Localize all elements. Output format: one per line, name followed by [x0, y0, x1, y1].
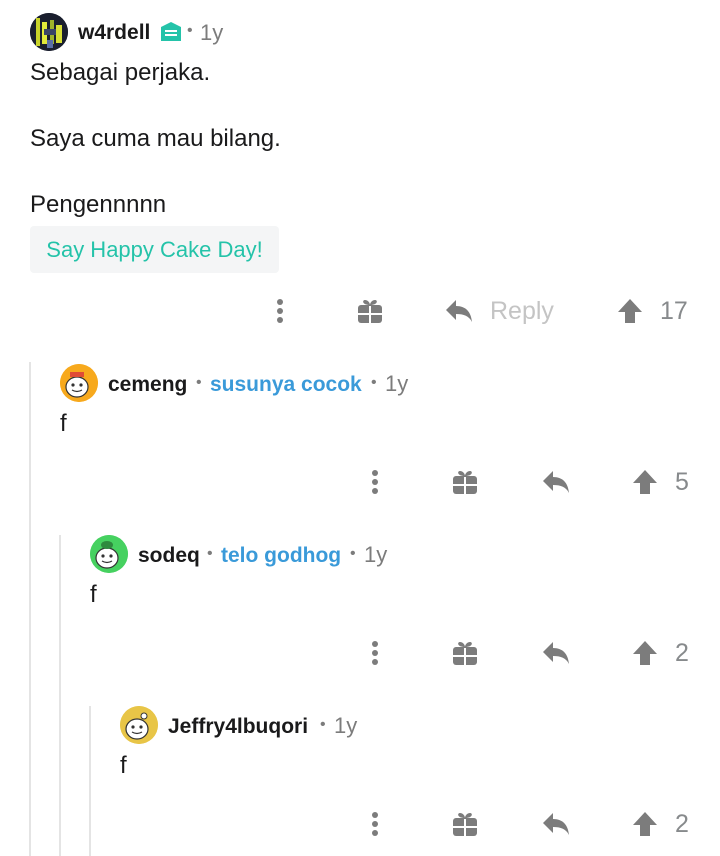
comment-age: 1y — [364, 542, 388, 567]
upvote-icon — [618, 299, 642, 323]
avatar[interactable] — [30, 13, 68, 51]
give-award-button[interactable] — [449, 636, 481, 670]
reply-button[interactable] — [539, 807, 573, 841]
comment-body: f — [90, 581, 97, 608]
comment-author[interactable]: w4rdell — [78, 21, 150, 45]
more-options-button[interactable] — [266, 294, 294, 328]
meta-separator: • — [187, 22, 193, 39]
reply-icon — [543, 471, 569, 493]
comment-author[interactable]: Jeffry4lbuqori — [168, 715, 308, 739]
avatar[interactable] — [120, 706, 158, 744]
reply-icon — [543, 642, 569, 664]
user-flair: susunya cocok — [210, 373, 362, 396]
more-options-button[interactable] — [361, 465, 389, 499]
vote-count: 17 — [660, 297, 688, 325]
vote-count: 2 — [675, 810, 689, 838]
more-vertical-icon — [372, 641, 378, 665]
comment-age: 1y — [385, 371, 409, 396]
upvote-button[interactable] — [630, 636, 660, 670]
comment-author[interactable]: cemeng — [108, 373, 187, 397]
reply-button[interactable] — [539, 636, 573, 670]
comment-age: 1y — [200, 20, 224, 45]
reply-icon — [446, 300, 472, 322]
comment-body: f — [120, 752, 127, 779]
more-vertical-icon — [372, 470, 378, 494]
meta-separator: • — [196, 374, 202, 391]
meta-separator: • — [371, 374, 377, 391]
upvote-button[interactable] — [615, 294, 645, 328]
comment-body-line: Sebagai perjaka. — [30, 59, 211, 86]
reply-label: Reply — [490, 296, 554, 325]
reply-icon — [543, 813, 569, 835]
moderator-badge-icon — [159, 21, 183, 48]
comment-body-line: Pengennnnn — [30, 191, 167, 218]
happy-cake-day-label: Say Happy Cake Day! — [46, 236, 263, 262]
user-flair: telo godhog — [221, 544, 342, 567]
gift-icon — [358, 300, 382, 323]
reply-button[interactable] — [539, 465, 573, 499]
avatar[interactable] — [60, 364, 98, 402]
vote-count: 2 — [675, 639, 689, 667]
gift-icon — [453, 642, 477, 665]
vote-count: 5 — [675, 468, 689, 496]
thread-line-level-3 — [89, 706, 91, 856]
comment-body-line: Saya cuma mau bilang. — [30, 125, 281, 152]
upvote-button[interactable] — [630, 465, 660, 499]
gift-icon — [453, 471, 477, 494]
happy-cake-day-button[interactable]: Say Happy Cake Day! — [30, 226, 279, 273]
avatar[interactable] — [90, 535, 128, 573]
comment-body: f — [60, 410, 67, 437]
upvote-button[interactable] — [630, 807, 660, 841]
give-award-button[interactable] — [449, 465, 481, 499]
comment-age: 1y — [334, 713, 358, 738]
more-vertical-icon — [277, 299, 283, 323]
reply-button[interactable]: Reply — [444, 292, 560, 330]
meta-separator: • — [207, 545, 213, 562]
more-options-button[interactable] — [361, 636, 389, 670]
upvote-icon — [633, 470, 657, 494]
comment-author[interactable]: sodeq — [138, 544, 200, 568]
more-vertical-icon — [372, 812, 378, 836]
upvote-icon — [633, 641, 657, 665]
thread-line-level-1 — [29, 362, 31, 856]
more-options-button[interactable] — [361, 807, 389, 841]
give-award-button[interactable] — [449, 807, 481, 841]
meta-separator: • — [350, 545, 356, 562]
meta-separator: • — [320, 716, 326, 733]
thread-line-level-2 — [59, 535, 61, 856]
upvote-icon — [633, 812, 657, 836]
give-award-button[interactable] — [354, 294, 386, 328]
gift-icon — [453, 813, 477, 836]
